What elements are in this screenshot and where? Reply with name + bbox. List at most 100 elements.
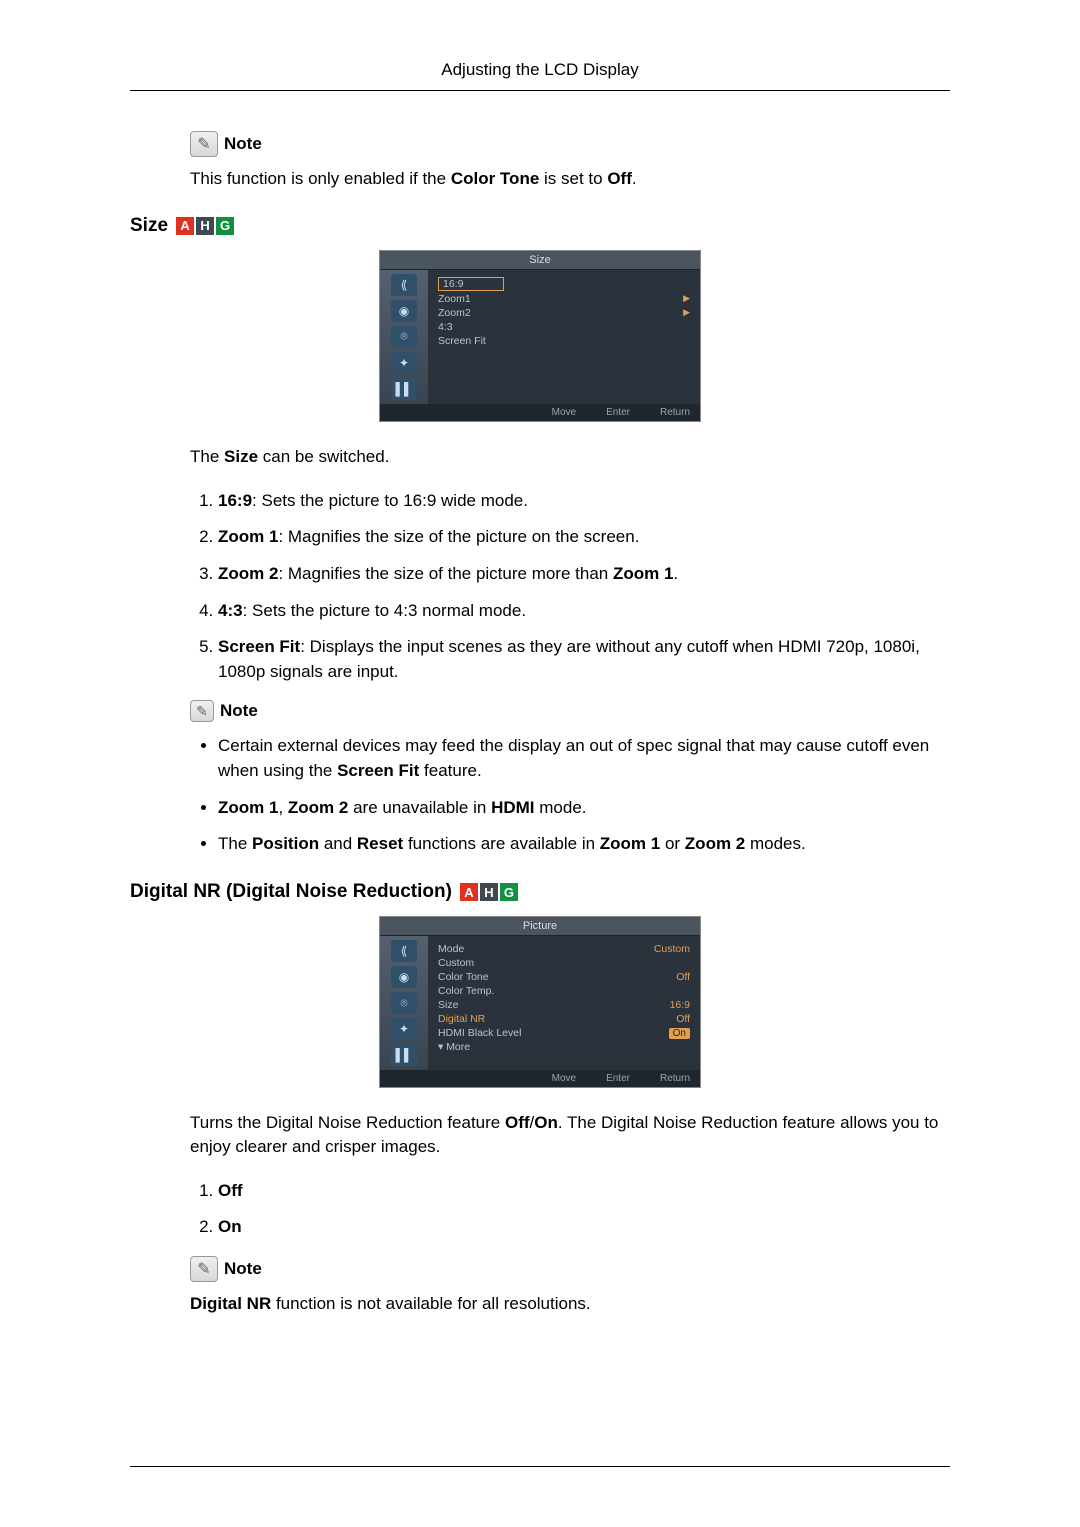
osd-content: 16:9 Zoom1 ▶ Zoom2▶ 4:3 Screen Fit <box>428 270 700 404</box>
badge-g: G <box>216 217 234 235</box>
text: : Displays the input scenes as they are … <box>218 637 920 681</box>
setup-icon: ⌾ <box>391 326 417 348</box>
text: : Magnifies the size of the picture more… <box>278 564 613 583</box>
text: can be switched. <box>258 447 389 466</box>
osd-value: Off <box>676 971 690 983</box>
footer-rule <box>130 1466 950 1467</box>
osd-item: Screen Fit <box>438 334 690 348</box>
osd-sidebar: ⟪ ◉ ⌾ ✦ ▌▌ <box>380 270 428 404</box>
badge-g: G <box>500 883 518 901</box>
text: This function is only enabled if the <box>190 169 451 188</box>
osd-item-label: 16:9 <box>438 277 504 291</box>
text: . <box>673 564 678 583</box>
page: Adjusting the LCD Display ✎ Note This fu… <box>0 0 1080 1527</box>
size-list: 16:9: Sets the picture to 16:9 wide mode… <box>190 489 950 685</box>
text: feature. <box>419 761 481 780</box>
list-item: The Position and Reset functions are ava… <box>218 832 950 857</box>
badge-h: H <box>480 883 498 901</box>
note-text: This function is only enabled if the Col… <box>190 167 950 191</box>
note-block: ✎ Note <box>190 1256 950 1282</box>
osd-footer-move: Move <box>540 407 576 418</box>
note-block: ✎ Note <box>190 131 950 157</box>
text-bold: Zoom 1 <box>613 564 673 583</box>
osd-item: Zoom1 ▶ <box>438 292 690 306</box>
setup-icon: ⌾ <box>391 992 417 1014</box>
text-bold: Screen Fit <box>218 637 300 656</box>
osd-row: ▾ More <box>438 1040 690 1054</box>
text-bold: Zoom 2 <box>685 834 745 853</box>
text: , <box>278 798 287 817</box>
text: modes. <box>745 834 805 853</box>
osd-item-label: Zoom2 <box>438 307 471 319</box>
note-icon: ✎ <box>190 1256 218 1282</box>
osd-value: 16:9 <box>670 999 690 1011</box>
text-bold: 4:3 <box>218 601 243 620</box>
size-notes: Certain external devices may feed the di… <box>190 734 950 857</box>
heading-text: Digital NR (Digital Noise Reduction) <box>130 881 452 903</box>
osd-pill: On <box>669 1028 690 1039</box>
arrow-icon: ▶ <box>683 293 690 304</box>
caption: The Size can be switched. <box>190 445 950 469</box>
text-bold: Zoom 2 <box>288 798 348 817</box>
osd-body: ⟪ ◉ ⌾ ✦ ▌▌ 16:9 Zoom1 ▶ Zoom2▶ 4:3 Screen… <box>380 270 700 404</box>
osd-value: Custom <box>654 943 690 955</box>
dnr-caption: Turns the Digital Noise Reduction featur… <box>190 1111 950 1159</box>
picture-icon: ⟪ <box>391 274 417 296</box>
note-label: Note <box>224 134 262 154</box>
osd-label: Mode <box>438 943 464 955</box>
text: are unavailable in <box>348 798 491 817</box>
list-item: Zoom 1, Zoom 2 are unavailable in HDMI m… <box>218 796 950 821</box>
badge-a: A <box>176 217 194 235</box>
osd-item: 16:9 <box>438 276 690 292</box>
osd-item-label: 4:3 <box>438 321 453 333</box>
osd-row: Color Temp. <box>438 984 690 998</box>
list-item: Off <box>218 1179 950 1204</box>
list-item: Screen Fit: Displays the input scenes as… <box>218 635 950 684</box>
dnr-list: Off On <box>190 1179 950 1240</box>
text: : Magnifies the size of the picture on t… <box>278 527 639 546</box>
multi-icon: ▌▌ <box>391 1044 417 1066</box>
text-bold: Zoom 1 <box>218 798 278 817</box>
text-bold: 16:9 <box>218 491 252 510</box>
osd-row: Mode Custom <box>438 942 690 956</box>
list-item: Certain external devices may feed the di… <box>218 734 950 783</box>
osd-label: ▾ More <box>438 1041 470 1053</box>
text-bold: Zoom 1 <box>600 834 660 853</box>
gear-icon: ✦ <box>391 1018 417 1040</box>
text: mode. <box>535 798 587 817</box>
sound-icon: ◉ <box>391 300 417 322</box>
text-bold: Screen Fit <box>337 761 419 780</box>
page-header: Adjusting the LCD Display <box>130 60 950 91</box>
osd-item: 4:3 <box>438 320 690 334</box>
osd-footer: Move Enter Return <box>380 1070 700 1087</box>
osd-title: Size <box>380 251 700 270</box>
osd-footer-enter: Enter <box>594 407 630 418</box>
osd-size: Size ⟪ ◉ ⌾ ✦ ▌▌ 16:9 Zoom1 ▶ Zoom2▶ 4:3 S… <box>380 251 700 421</box>
text-bold: Digital NR <box>190 1294 271 1313</box>
text-bold: On <box>534 1113 558 1132</box>
text: is set to <box>539 169 607 188</box>
text-bold: Off <box>607 169 632 188</box>
text-bold: Reset <box>357 834 403 853</box>
gear-icon: ✦ <box>391 352 417 374</box>
list-item: Zoom 1: Magnifies the size of the pictur… <box>218 525 950 550</box>
text-bold: Color Tone <box>451 169 539 188</box>
osd-body: ⟪ ◉ ⌾ ✦ ▌▌ ModeCustom Custom Color ToneO… <box>380 936 700 1070</box>
section-heading-size: Size A H G <box>130 215 950 237</box>
section-heading-dnr: Digital NR (Digital Noise Reduction) A H… <box>130 881 950 903</box>
text-bold: HDMI <box>491 798 534 817</box>
osd-item: Zoom2▶ <box>438 306 690 320</box>
text: : Sets the picture to 16:9 wide mode. <box>252 491 528 510</box>
osd-title: Picture <box>380 917 700 936</box>
osd-footer-move: Move <box>540 1073 576 1084</box>
multi-icon: ▌▌ <box>391 378 417 400</box>
osd-label: Digital NR <box>438 1013 485 1025</box>
osd-item-label: Zoom1 <box>438 293 471 305</box>
text-bold: On <box>218 1217 242 1236</box>
text: or <box>660 834 685 853</box>
ahg-badges: A H G <box>460 883 518 901</box>
text: : Sets the picture to 4:3 normal mode. <box>243 601 526 620</box>
text: Turns the Digital Noise Reduction featur… <box>190 1113 505 1132</box>
osd-row-highlight: Digital NROff <box>438 1012 690 1026</box>
text-bold: Zoom 1 <box>218 527 278 546</box>
